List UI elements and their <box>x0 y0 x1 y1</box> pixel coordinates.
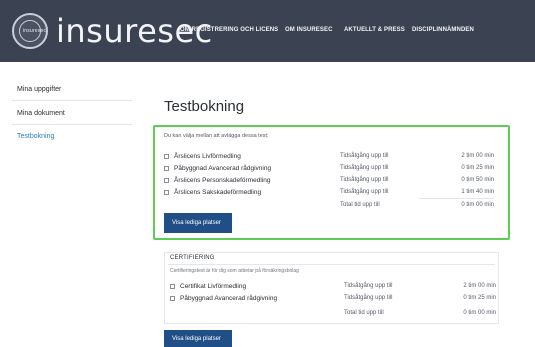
test-name: Årslicens Sakskadeförmedling <box>174 189 262 196</box>
test-row: Påbyggnad Avancerad rådgivning Tidsåtgån… <box>164 165 494 175</box>
test-time: 2 tim 00 min <box>461 153 494 159</box>
nav-disciplinnamnden[interactable]: DISCIPLINNÄMNDEN <box>412 27 474 33</box>
sidebar-divider <box>12 124 132 125</box>
cert-checkbox[interactable] <box>170 296 175 301</box>
top-header: insuresec insuresec OM REGISTRERING OCH … <box>0 0 535 62</box>
sidebar-item-testbokning[interactable]: Testbokning <box>17 133 54 140</box>
certifiering-title: CERTIFIERING <box>170 255 215 261</box>
show-available-slots-button-cert[interactable]: Visa lediga platser <box>164 330 232 347</box>
nav-aktuellt-press[interactable]: AKTUELLT & PRESS <box>344 27 405 33</box>
time-label: Tidsåtgång upp till <box>340 153 389 159</box>
total-divider <box>419 198 494 199</box>
test-checkbox[interactable] <box>164 190 169 195</box>
test-name: Årslicens Personskadeförmedling <box>174 177 271 184</box>
cert-time: 2 tim 00 min <box>463 283 496 289</box>
total-time: 0 tim 00 min <box>461 202 494 208</box>
cert-time: 0 tim 25 min <box>463 295 496 301</box>
test-time: 0 tim 25 min <box>461 165 494 171</box>
test-row: Årslicens Livförmedling Tidsåtgång upp t… <box>164 153 494 163</box>
sidebar-item-mina-uppgifter[interactable]: Mina uppgifter <box>17 86 61 93</box>
cert-checkbox[interactable] <box>170 284 175 289</box>
test-checkbox[interactable] <box>164 166 169 171</box>
seal-text: insuresec <box>23 28 47 34</box>
sidebar-divider <box>12 100 132 101</box>
cert-name: Påbyggnad Avancerad rådgivning <box>180 295 278 302</box>
total-row: Total tid upp till 0 tim 00 min <box>164 202 494 212</box>
total-label: Total tid upp till <box>340 202 380 208</box>
time-label: Tidsåtgång upp till <box>340 165 389 171</box>
certifiering-divider <box>168 264 495 265</box>
time-label: Tidsåtgång upp till <box>340 189 389 195</box>
test-name: Årslicens Livförmedling <box>174 153 241 160</box>
total-time: 0 tim 00 min <box>463 310 496 316</box>
sidebar-item-mina-dokument[interactable]: Mina dokument <box>17 110 65 117</box>
test-time: 1 tim 40 min <box>461 189 494 195</box>
test-checkbox[interactable] <box>164 154 169 159</box>
seal-inner-ring: insuresec <box>19 20 46 42</box>
cert-total-row: Total tid upp till 0 tim 00 min <box>170 310 496 320</box>
test-name: Påbyggnad Avancerad rådgivning <box>174 165 272 172</box>
time-label: Tidsåtgång upp till <box>344 283 393 289</box>
cert-row: Certifikat Livförmedling Tidsåtgång upp … <box>170 283 496 293</box>
test-row: Årslicens Personskadeförmedling Tidsåtgå… <box>164 177 494 187</box>
insuresec-seal-icon[interactable]: insuresec <box>12 13 48 49</box>
time-label: Tidsåtgång upp till <box>344 295 393 301</box>
page-title: Testbokning <box>164 98 245 115</box>
test-intro-text: Du kan välja mellan att avlägga dessa te… <box>164 133 269 139</box>
show-available-slots-button[interactable]: Visa lediga platser <box>164 213 232 233</box>
time-label: Tidsåtgång upp till <box>340 177 389 183</box>
cert-name: Certifikat Livförmedling <box>180 283 247 290</box>
test-time: 0 tim 50 min <box>461 177 494 183</box>
nav-registrering-licens[interactable]: OM REGISTRERING OCH LICENS <box>180 27 278 33</box>
cert-row: Påbyggnad Avancerad rådgivning Tidsåtgån… <box>170 295 496 305</box>
certifiering-intro-text: Certifieringstest är för dig som arbetar… <box>170 268 299 274</box>
nav-om-insuresec[interactable]: OM INSURESEC <box>285 27 333 33</box>
test-checkbox[interactable] <box>164 178 169 183</box>
total-label: Total tid upp till <box>344 310 384 316</box>
